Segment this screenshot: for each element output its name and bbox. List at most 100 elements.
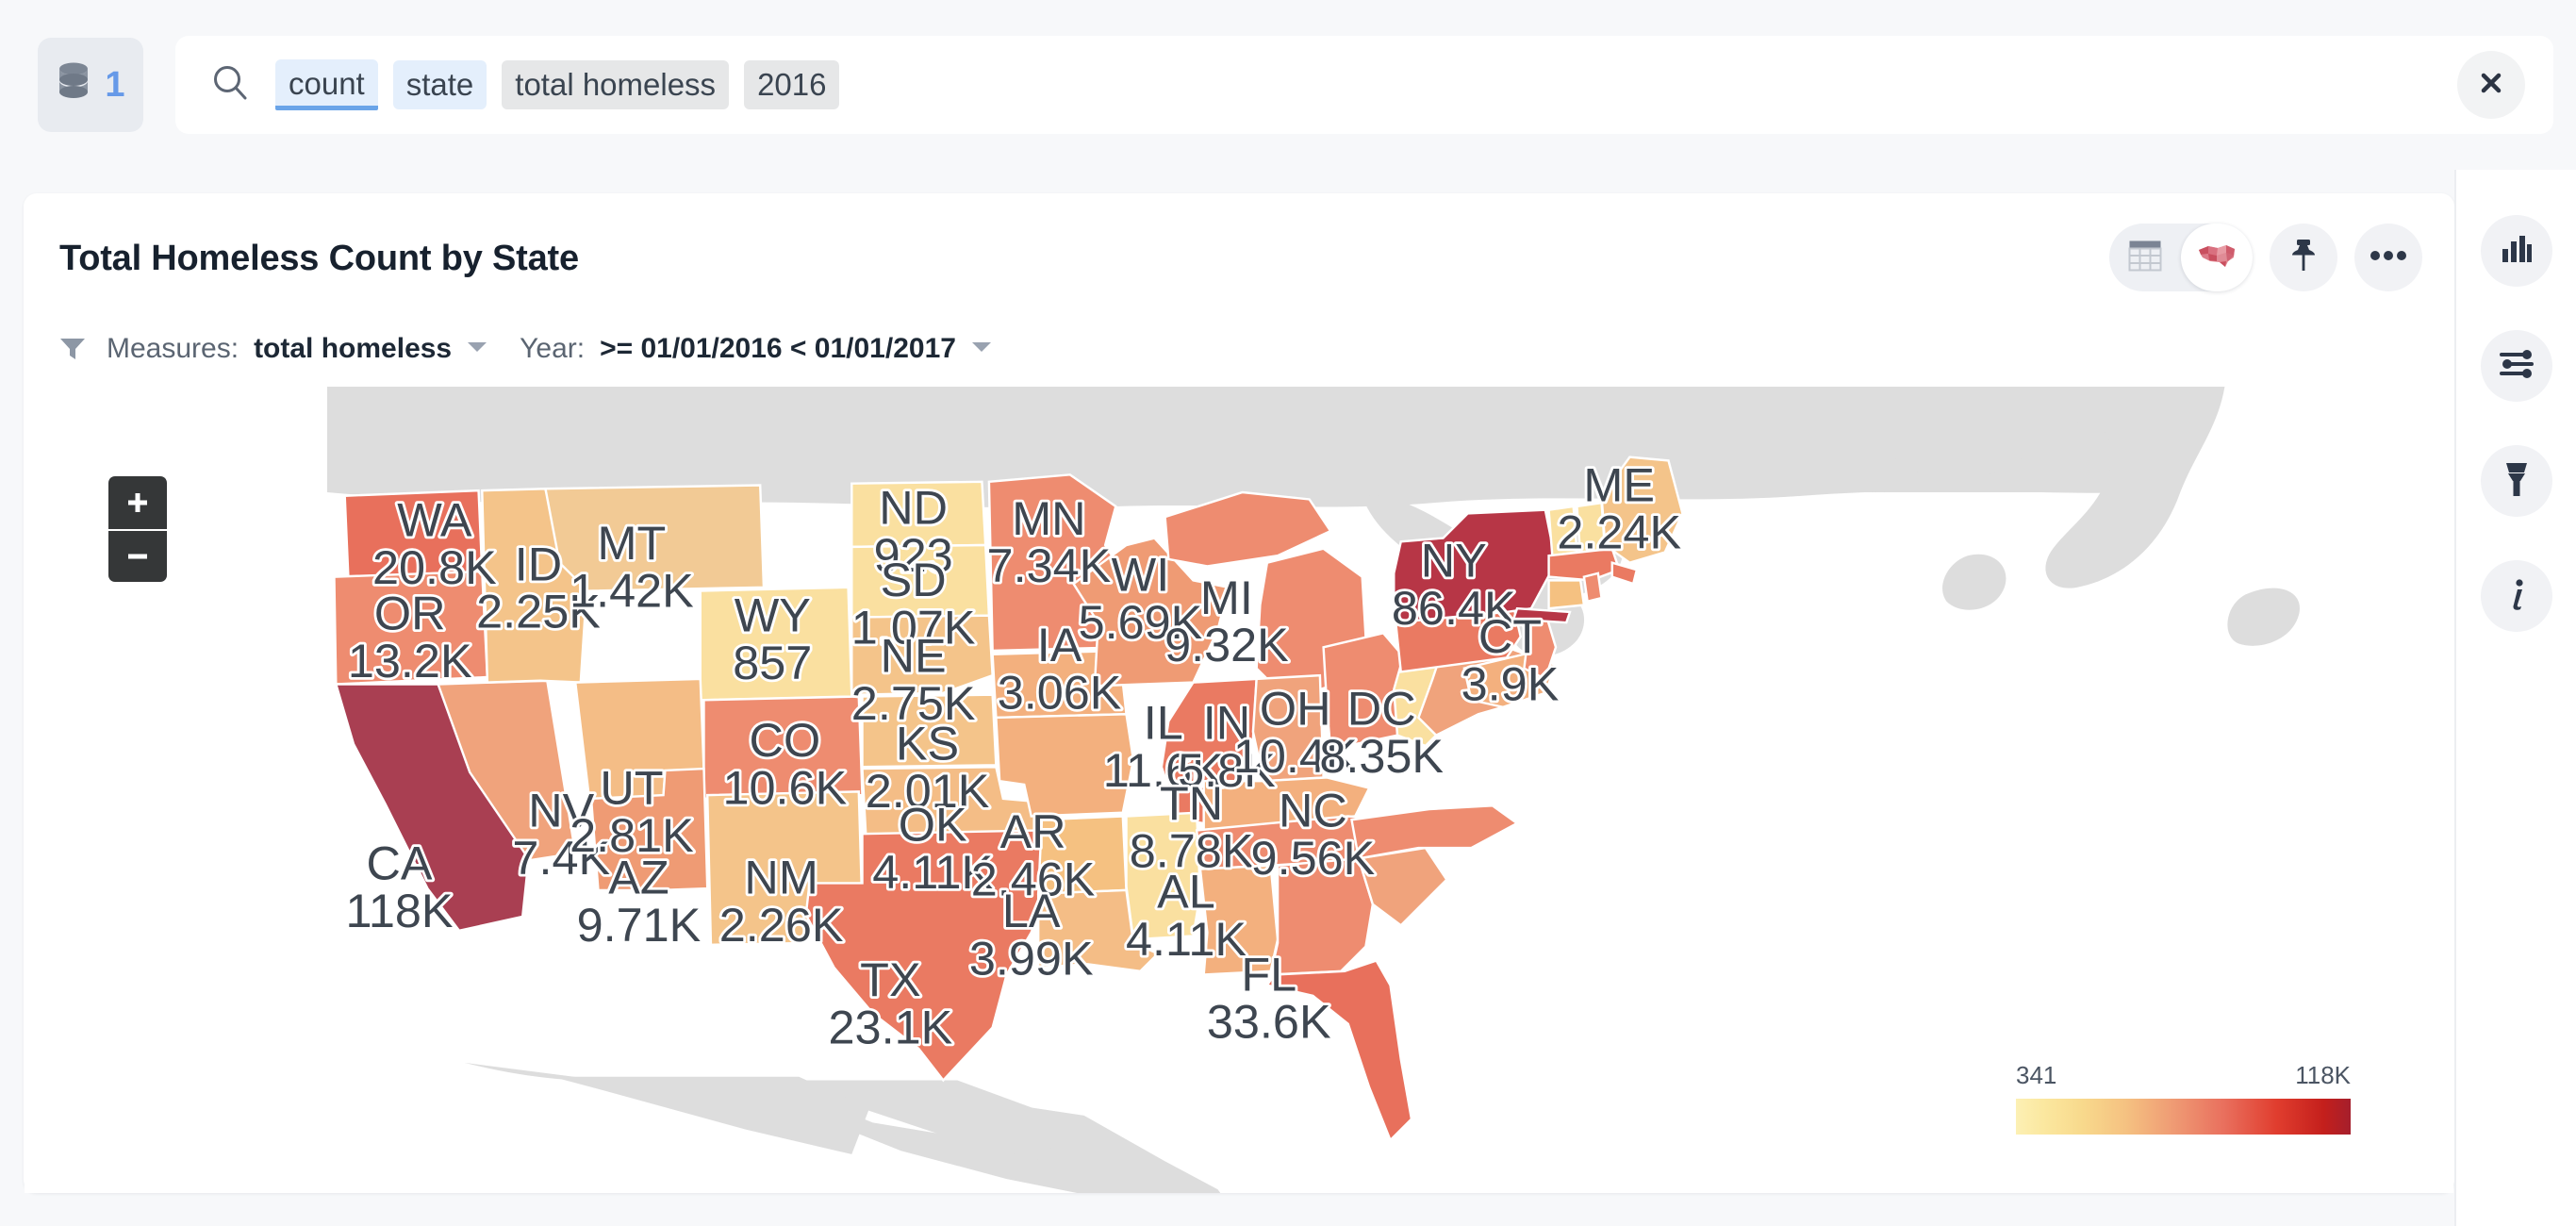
svg-text:TX: TX [860,953,920,1006]
search-token-state[interactable]: state [392,59,487,110]
svg-text:3.99K: 3.99K [969,932,1094,986]
measures-label: Measures: [107,333,239,364]
card-header: Total Homeless Count by State [24,193,2454,316]
state-RI [1582,572,1603,604]
svg-text:NM: NM [744,851,817,904]
svg-text:3.9K: 3.9K [1461,656,1560,710]
search-token-total-homeless[interactable]: total homeless [502,59,730,110]
close-icon [2477,69,2505,102]
sidebar-item-info[interactable] [2480,560,2552,632]
svg-text:MT: MT [598,516,667,570]
svg-text:NE: NE [881,628,947,682]
svg-text:IA: IA [1037,618,1082,671]
sidebar-item-style[interactable] [2480,445,2552,517]
svg-text:9.71K: 9.71K [577,898,702,952]
pin-icon [2287,238,2320,278]
svg-text:9.32K: 9.32K [1164,618,1289,671]
year-label: Year: [520,333,586,364]
info-icon [2506,578,2527,615]
map-view-button[interactable] [2181,224,2253,291]
svg-text:WI: WI [1112,548,1170,602]
svg-text:NY: NY [1421,534,1487,588]
svg-text:OH: OH [1260,681,1331,735]
clear-search-button[interactable] [2457,51,2525,119]
svg-text:WY: WY [735,588,811,641]
svg-text:AR: AR [1000,804,1066,858]
data-source-count: 1 [105,65,125,105]
search-icon [209,62,251,108]
svg-text:33.6K: 33.6K [1207,995,1331,1049]
more-options-button[interactable] [2354,224,2422,291]
svg-text:UT: UT [600,760,663,814]
sidebar-item-chart-config[interactable] [2480,215,2552,287]
viz-card: Total Homeless Count by State Measures: … [24,193,2454,1193]
svg-text:AZ: AZ [608,851,669,904]
svg-text:9.56K: 9.56K [1251,831,1376,885]
measures-value: total homeless [254,333,453,364]
zoom-in-button[interactable] [108,476,167,529]
chevron-down-icon[interactable] [971,340,992,358]
svg-text:KS: KS [896,717,959,770]
svg-text:AL: AL [1157,865,1215,919]
search-token-2016[interactable]: 2016 [744,59,840,110]
measures-filter[interactable]: Measures: total homeless [107,333,520,365]
state-CT [1547,579,1586,610]
svg-text:4.11K: 4.11K [1126,912,1247,966]
svg-text:MI: MI [1200,571,1253,624]
svg-text:ID: ID [515,537,562,590]
svg-text:CO: CO [750,713,821,767]
paintbrush-icon [2502,461,2532,502]
year-value: >= 01/01/2016 < 01/01/2017 [600,333,956,364]
database-icon [56,61,91,109]
search-token-list: count state total homeless 2016 [275,59,2457,110]
svg-text:SD: SD [881,553,947,606]
zoom-out-button[interactable] [108,529,167,582]
data-source-badge[interactable]: 1 [38,38,143,132]
sidebar-item-settings[interactable] [2480,330,2552,402]
map-zoom-controls [108,476,167,582]
svg-text:NC: NC [1279,784,1347,837]
svg-text:DC: DC [1347,681,1416,735]
svg-text:2.26K: 2.26K [719,898,844,952]
svg-text:3.06K: 3.06K [998,666,1122,720]
svg-text:13.2K: 13.2K [348,634,472,688]
choropleth-map[interactable]: WA 20.8K OR 13.2K CA 118K NV 7.4K ID 2.25K MT… [24,387,2454,1193]
legend-max-label: 118K [2295,1061,2351,1089]
legend-min-label: 341 [2016,1061,2057,1089]
svg-text:ND: ND [879,481,948,535]
svg-text:857: 857 [733,636,812,689]
sliders-icon [2499,349,2534,383]
right-sidebar [2454,170,2576,1226]
color-legend: 341 118K [2016,1061,2351,1135]
chevron-down-icon[interactable] [467,340,487,358]
svg-text:23.1K: 23.1K [829,1000,953,1053]
funnel-icon [59,337,86,361]
ellipsis-icon [2370,249,2407,266]
svg-text:10.6K: 10.6K [723,760,848,814]
svg-text:LA: LA [1002,884,1061,937]
pin-button[interactable] [2270,224,2337,291]
svg-text:FL: FL [1241,947,1296,1001]
svg-text:TN: TN [1160,776,1223,830]
view-toggle [2109,224,2253,291]
search-input[interactable]: count state total homeless 2016 [175,36,2553,134]
svg-text:IL: IL [1144,695,1183,749]
choropleth-map-icon [2197,241,2237,274]
legend-gradient-bar [2016,1099,2351,1135]
bar-chart-icon [2501,234,2533,269]
svg-text:2.24K: 2.24K [1557,505,1681,559]
table-view-button[interactable] [2109,224,2181,291]
svg-text:1.42K: 1.42K [570,563,694,617]
svg-text:8.35K: 8.35K [1319,729,1444,783]
svg-text:ME: ME [1583,457,1655,511]
svg-text:OR: OR [374,587,446,640]
top-search-bar: 1 count state total homeless 2016 [0,0,2576,170]
svg-text:CA: CA [367,837,433,890]
search-token-count[interactable]: count [275,59,378,110]
svg-text:MN: MN [1012,491,1085,545]
svg-text:CT: CT [1478,609,1542,663]
svg-text:OK: OK [899,798,967,852]
table-icon [2128,240,2162,276]
page-title: Total Homeless Count by State [59,239,579,278]
year-filter[interactable]: Year: >= 01/01/2016 < 01/01/2017 [520,333,1024,365]
